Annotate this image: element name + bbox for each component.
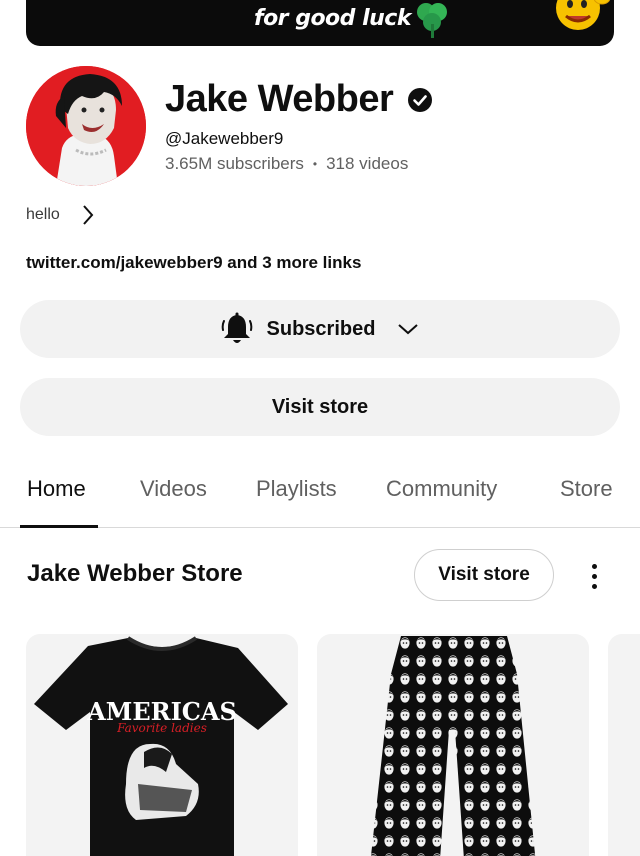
chevron-right-icon (83, 205, 94, 225)
shirt-print-sub: Favorite ladies (116, 721, 207, 735)
store-visit-label: Visit store (438, 564, 530, 585)
pants-image (370, 636, 536, 856)
tab-community[interactable]: Community (386, 476, 497, 502)
subscriber-count: 3.65M subscribers (165, 154, 304, 173)
visit-store-label: Visit store (271, 395, 369, 418)
tab-store[interactable]: Store (560, 476, 613, 502)
product-card-tshirt[interactable]: AMERICAS Favorite ladies (26, 634, 298, 856)
more-options-icon[interactable] (583, 558, 605, 594)
channel-description[interactable]: hello (26, 204, 94, 226)
channel-avatar[interactable] (26, 66, 146, 186)
channel-name: Jake Webber (165, 78, 394, 120)
channel-tabs: Home Videos Playlists Community Store (0, 466, 640, 528)
tab-videos[interactable]: Videos (140, 476, 207, 502)
tshirt-image: AMERICAS Favorite ladies (34, 636, 288, 856)
channel-stats: 3.65M subscribers • 318 videos (165, 154, 408, 174)
tab-playlists[interactable]: Playlists (256, 476, 337, 502)
video-count: 318 videos (326, 154, 409, 173)
description-text: hello (26, 206, 60, 223)
store-section-title: Jake Webber Store (27, 560, 243, 587)
channel-banner: for good luck (26, 0, 614, 46)
channel-handle: @Jakewebber9 (165, 129, 284, 148)
avatar-image (26, 66, 146, 186)
active-tab-indicator (20, 525, 98, 528)
channel-links[interactable]: twitter.com/jakewebber9 and 3 more links (26, 253, 361, 273)
subscribed-button[interactable]: Subscribed (20, 300, 620, 358)
tab-home[interactable]: Home (27, 476, 86, 502)
emoji-icon (556, 0, 611, 30)
bell-icon (221, 312, 252, 343)
channel-name-row: Jake Webber (165, 78, 433, 121)
store-visit-button[interactable]: Visit store (414, 549, 554, 601)
verified-badge-icon (408, 87, 433, 112)
product-card-partial[interactable] (608, 634, 640, 856)
stats-separator: • (312, 157, 318, 171)
visit-store-button[interactable]: Visit store (20, 378, 620, 436)
chevron-down-icon (398, 324, 419, 335)
clover-icon (417, 3, 447, 38)
product-card-pants[interactable] (317, 634, 589, 856)
banner-text: for good luck (254, 6, 411, 31)
subscribed-label: Subscribed (266, 317, 376, 340)
